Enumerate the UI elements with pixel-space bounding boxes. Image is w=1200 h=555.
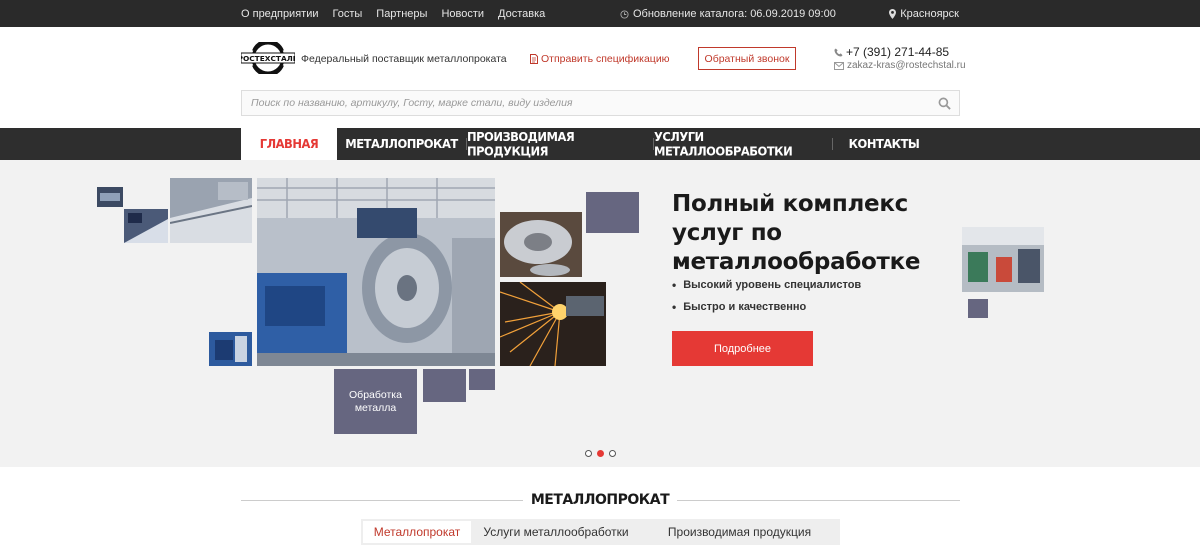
clock-icon (620, 9, 629, 19)
catalog-update-text: Обновление каталога: 06.09.2019 09:00 (633, 8, 836, 20)
send-spec-link[interactable]: Отправить спецификацию (530, 53, 670, 65)
nav-item-metal-products[interactable]: Металлопрокат (337, 127, 466, 161)
top-nav-item-news[interactable]: Новости (441, 8, 484, 20)
search-input[interactable] (242, 91, 922, 115)
hero-photo-factory-hall (962, 227, 1044, 292)
nav-item-home[interactable]: Главная (241, 127, 337, 161)
main-nav: Главная Металлопрокат Производимая проду… (0, 127, 1200, 161)
slider-dot-1[interactable] (585, 450, 592, 457)
top-nav-item-delivery[interactable]: Доставка (498, 8, 545, 20)
logo-text: РОСТЕХСТАЛЬ (241, 54, 295, 63)
top-nav: О предприятии Госты Партнеры Новости Дос… (241, 8, 545, 20)
envelope-icon (834, 61, 844, 70)
hero-slider: Обработка металла Полный комплекс услуг … (0, 160, 1200, 467)
phone-text: +7 (391) 271-44-85 (846, 45, 950, 59)
search-bar (241, 90, 960, 116)
top-bar: О предприятии Госты Партнеры Новости Дос… (0, 0, 1200, 27)
tab-manufactured-products[interactable]: Производимая продукция (639, 519, 840, 545)
hero-photo-workshop (124, 209, 168, 243)
hero-decor-tile (469, 369, 495, 390)
tagline: Федеральный поставщик металлопроката (301, 53, 507, 65)
hero-decor-tile (586, 192, 639, 233)
document-icon (530, 54, 538, 64)
slider-dot-2[interactable] (597, 450, 604, 457)
phone-icon (834, 47, 843, 57)
top-nav-item-gosts[interactable]: Госты (332, 8, 362, 20)
hero-photo-grinding-sparks (500, 282, 606, 366)
section-tabs: Металлопрокат Услуги металлообработки Пр… (361, 519, 840, 545)
city-selector[interactable]: Красноярск (889, 8, 959, 20)
hero-photo-sheet-metal (170, 178, 252, 243)
hero-more-button[interactable]: Подробнее (672, 331, 813, 366)
hero-photo-small (97, 187, 123, 207)
company-logo[interactable]: РОСТЕХСТАЛЬ (238, 39, 299, 77)
slider-dot-3[interactable] (609, 450, 616, 457)
tab-metal-products[interactable]: Металлопрокат (363, 521, 471, 543)
logo-emblem: РОСТЕХСТАЛЬ (238, 39, 299, 77)
nav-item-contacts[interactable]: Контакты (833, 127, 935, 161)
map-pin-icon (889, 9, 897, 19)
slider-dots (585, 450, 616, 457)
hero-bullets: Высокий уровень специалистов Быстро и ка… (672, 278, 861, 322)
hero-title: Полный комплекс услуг по металлообработк… (672, 191, 921, 275)
hero-bullet: Быстро и качественно (672, 300, 861, 314)
hero-photo-coil-machine (257, 178, 495, 366)
callback-button[interactable]: Обратный звонок (698, 47, 796, 70)
top-nav-item-partners[interactable]: Партнеры (376, 8, 427, 20)
section-title-text: МЕТАЛЛОПРОКАТ (522, 492, 678, 508)
email-link[interactable]: zakaz-kras@rostechstal.ru (834, 60, 966, 71)
hero-decor-tile (423, 369, 466, 402)
catalog-update: Обновление каталога: 06.09.2019 09:00 (620, 8, 836, 20)
hero-photo-metal-coils (500, 212, 582, 277)
top-nav-item-about[interactable]: О предприятии (241, 8, 318, 20)
city-label: Красноярск (900, 8, 959, 20)
phone-number[interactable]: +7 (391) 271-44-85 (834, 45, 949, 59)
hero-tile-caption[interactable]: Обработка металла (334, 369, 417, 434)
search-icon[interactable] (938, 97, 951, 110)
nav-item-metalworking-services[interactable]: Услуги металлообработки (654, 127, 832, 161)
tab-metalworking-services[interactable]: Услуги металлообработки (473, 519, 639, 545)
nav-item-manufactured-products[interactable]: Производимая продукция (467, 127, 653, 161)
hero-photo-machine-small (209, 332, 252, 366)
section-title: МЕТАЛЛОПРОКАТ (0, 492, 1200, 508)
hero-bullet: Высокий уровень специалистов (672, 278, 861, 292)
hero-decor-tile (968, 299, 988, 318)
send-spec-label: Отправить спецификацию (541, 53, 670, 65)
email-text: zakaz-kras@rostechstal.ru (847, 60, 966, 71)
